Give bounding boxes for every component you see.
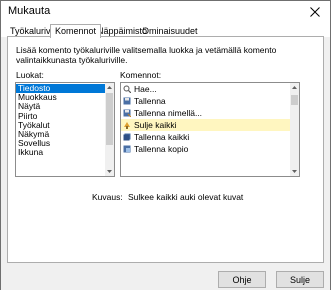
description-label: Kuvaus: <box>92 192 123 202</box>
title-bar: Mukauta <box>1 1 330 23</box>
save-as-icon <box>123 109 131 117</box>
category-item[interactable]: Ikkuna <box>16 148 105 157</box>
command-item[interactable]: Hae... <box>121 83 290 95</box>
tab-strip: Työkalurivit Komennot Näppäimistö Ominai… <box>1 23 330 38</box>
commands-panel: Lisää komento työkaluriville valitsemall… <box>7 36 324 263</box>
close-all-icon <box>124 122 130 129</box>
commands-scrollbar[interactable] <box>290 83 299 176</box>
categories-label: Luokat: <box>16 70 44 80</box>
categories-scrollbar[interactable] <box>105 83 114 176</box>
command-item[interactable]: Sulje kaikki <box>121 119 290 131</box>
chevron-up-icon <box>292 86 297 89</box>
command-label: Tallenna kopio <box>134 144 189 154</box>
command-item[interactable]: Tallenna kopio <box>121 143 290 155</box>
command-label: Tallenna <box>134 96 166 106</box>
save-all-icon <box>123 133 131 141</box>
customize-dialog: Mukauta Työkalurivit Komennot Näppäimist… <box>0 0 331 290</box>
dialog-footer: Ohje Sulje <box>1 263 330 290</box>
scroll-thumb[interactable] <box>291 95 298 105</box>
scroll-down-arrow[interactable] <box>105 167 114 176</box>
scroll-up-arrow[interactable] <box>290 83 299 92</box>
tab-commands[interactable]: Komennot <box>50 24 102 38</box>
scroll-up-arrow[interactable] <box>105 83 114 92</box>
categories-listbox[interactable]: Tiedosto Muokkaus Näytä Piirto Työkalut Näkym… <box>15 82 115 177</box>
command-item[interactable]: Tallenna nimellä... <box>121 107 290 119</box>
command-label: Tallenna nimellä... <box>134 108 203 118</box>
close-window-button[interactable] <box>300 1 330 23</box>
scroll-down-arrow[interactable] <box>290 167 299 176</box>
instructions-text: Lisää komento työkaluriville valitsemall… <box>16 45 277 65</box>
chevron-down-icon <box>292 170 297 173</box>
chevron-up-icon <box>107 86 112 89</box>
commands-listbox[interactable]: Hae... Tallenna Tallenna nimellä... Sulje k… <box>120 82 300 177</box>
command-label: Tallenna kaikki <box>134 132 190 142</box>
commands-label: Komennot: <box>120 70 162 80</box>
window-title: Mukauta <box>8 5 51 17</box>
command-label: Sulje kaikki <box>134 120 177 130</box>
find-icon <box>123 85 131 93</box>
save-copy-icon <box>123 145 131 153</box>
close-icon <box>310 7 320 17</box>
save-icon <box>123 97 131 105</box>
command-label: Hae... <box>134 84 157 94</box>
command-item[interactable]: Tallenna <box>121 95 290 107</box>
scroll-thumb[interactable] <box>106 93 113 145</box>
close-button[interactable]: Sulje <box>276 271 324 288</box>
command-item[interactable]: Tallenna kaikki <box>121 131 290 143</box>
chevron-down-icon <box>107 170 112 173</box>
help-button[interactable]: Ohje <box>218 271 266 288</box>
description-value: Sulkee kaikki auki olevat kuvat <box>128 192 244 202</box>
